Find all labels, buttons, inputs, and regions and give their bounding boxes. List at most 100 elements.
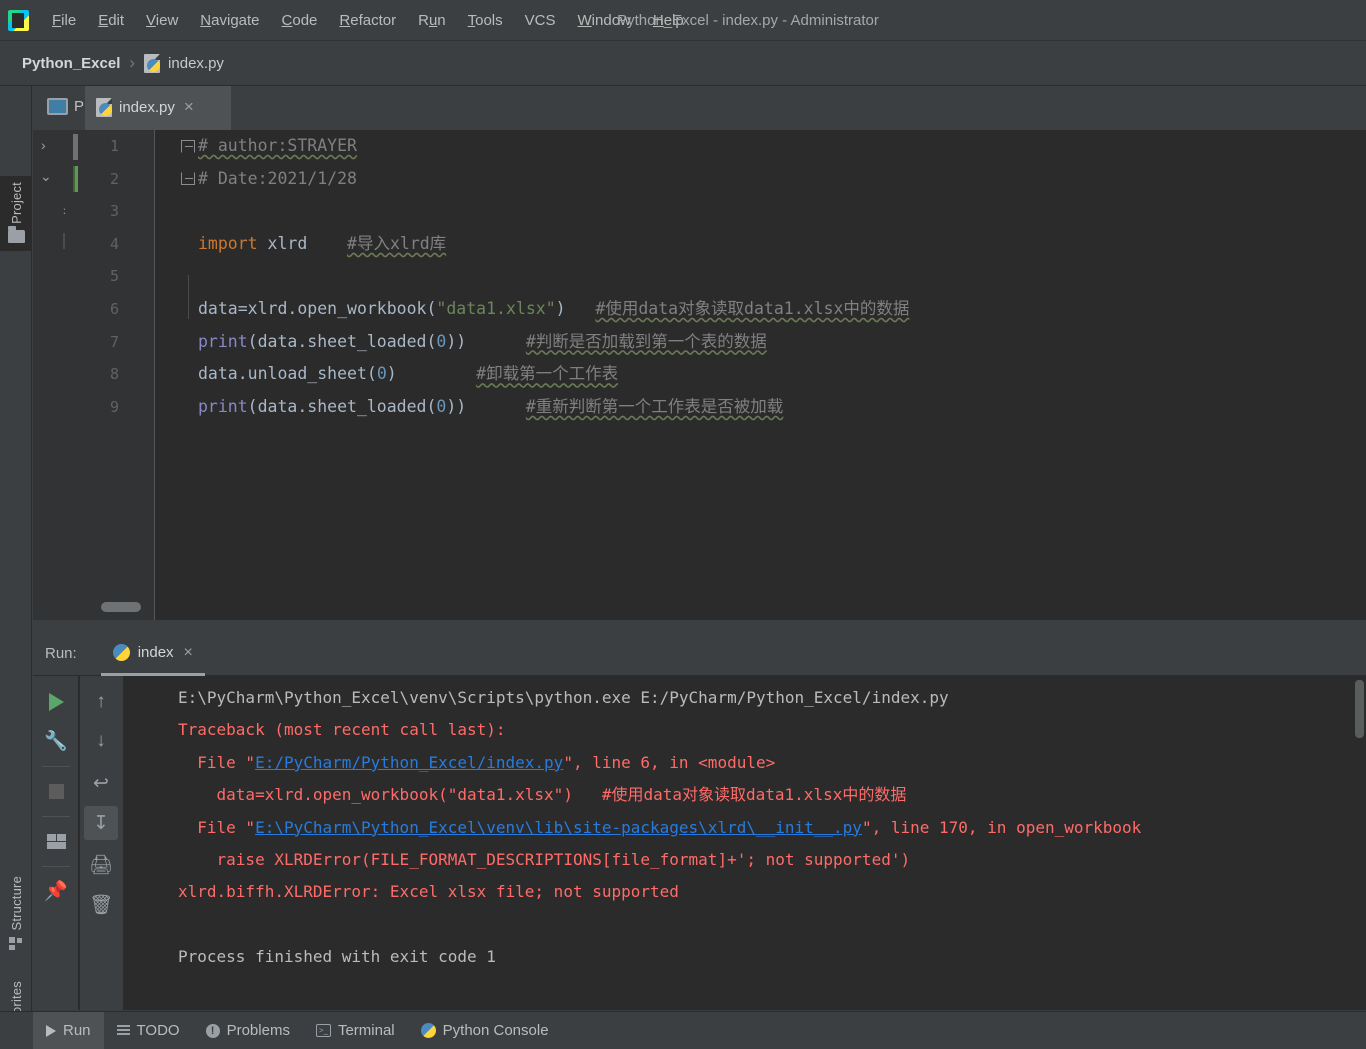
editor-run-splitter[interactable] [33,620,1366,632]
code-token: 0 [436,331,447,351]
sidebar-item-structure[interactable]: Structure [0,876,32,950]
code-token: import [198,233,258,253]
pin-icon[interactable]: 📌 [39,874,73,908]
code-token: 0 [376,364,387,384]
run-label: Run: [45,645,77,662]
code-token: #卸载第一个工作表 [476,364,619,384]
breadcrumb-separator-icon: › [129,53,136,72]
run-toolbar-primary: 🔧 📌 [33,676,79,1010]
preview-window-icon[interactable] [47,98,68,115]
code-line: print(data.sheet_loaded(0)) #判断是否加载到第一个表… [156,326,1366,359]
console-link[interactable]: E:/PyCharm/Python_Excel/index.py [255,753,563,772]
fold-region-line [188,275,189,319]
console-text: xlrd.biffh.XLRDError: Excel xlsx file; n… [178,882,679,902]
code-line: # Date:2021/1/28 [156,163,1366,196]
bottom-button-python-console-label: Python Console [442,1022,549,1039]
pycharm-logo-icon [8,9,29,31]
warning-icon: ! [205,1023,220,1038]
chevron-down-icon[interactable]: ⌄ [40,168,52,185]
run-tool-window: 🔧 📌 ↑ ↓ ↩ ↧ 🖨 🗑 E:\PyCharm\Python_Excel\… [33,676,1366,1010]
menu-item-vcs[interactable]: VCS [514,10,567,31]
console-line: xlrd.biffh.XLRDError: Excel xlsx file; n… [125,876,1366,908]
fold-region-start-icon[interactable] [181,140,195,153]
sidebar-item-project[interactable]: Project [0,176,32,251]
console-text: E:\PyCharm\Python_Excel\venv\Scripts\pyt… [178,688,949,707]
menu-item-navigate[interactable]: Navigate [189,10,270,31]
line-number: 2 [109,169,119,188]
code-token: (data.sheet_loaded( [247,396,437,416]
menu-item-run[interactable]: Run [407,10,457,31]
menu-item-help[interactable]: Help [642,10,695,31]
code-line: data=xlrd.open_workbook("data1.xlsx") #使… [156,293,1366,326]
left-tool-stripe: Project Structure Favorites ★ [0,86,32,1049]
bottom-button-todo[interactable]: TODO [104,1012,193,1049]
line-number: 8 [109,365,119,384]
code-token: )) [446,396,526,416]
bottom-button-terminal[interactable]: >_ Terminal [303,1012,408,1049]
menu-item-view[interactable]: View [135,10,189,31]
sidebar-item-project-label: Project [8,182,24,224]
run-tool-window-header: Run: index × [33,632,1366,676]
menu-item-tools[interactable]: Tools [457,10,514,31]
console-line: File "E:/PyCharm/Python_Excel/index.py",… [125,747,1366,779]
breadcrumb-project[interactable]: Python_Excel [22,55,120,72]
bottom-button-run[interactable]: Run [33,1011,104,1049]
trash-icon[interactable]: 🗑 [84,888,118,922]
code-token: #使用data对象读取data1.xlsx中的数据 [595,298,910,318]
menu-item-edit[interactable]: Edit [87,10,135,31]
menu-item-code[interactable]: Code [271,10,329,31]
menu-item-file[interactable]: File [41,10,87,31]
run-icon[interactable] [39,685,73,719]
bottom-button-todo-label: TODO [136,1022,180,1039]
menu-bar: File Edit View Navigate Code Refactor Ru… [0,0,1366,41]
code-line: # author:STRAYER [156,130,1366,163]
code-line: data.unload_sheet(0) #卸载第一个工作表 [156,358,1366,391]
menu-item-refactor[interactable]: Refactor [328,10,407,31]
wrench-icon[interactable]: 🔧 [39,724,73,758]
code-token: xlrd [257,233,348,253]
code-token: "data1.xlsx" [436,298,556,318]
menu-item-window[interactable]: Window [567,10,642,31]
bottom-tool-bar: Run TODO ! Problems >_ Terminal Python C… [0,1011,1366,1049]
navigation-bar: Python_Excel › index.py [0,41,1366,86]
line-number: 5 [109,267,119,286]
editor-code-area[interactable]: # author:STRAYER # Date:2021/1/28 import … [156,130,1366,620]
arrow-down-icon[interactable]: ↓ [84,724,118,758]
sidebar-item-structure-label: Structure [8,876,24,931]
bottom-button-problems[interactable]: ! Problems [193,1012,303,1049]
editor-horizontal-scrollbar[interactable] [101,602,141,612]
folder-icon [7,225,25,243]
scroll-to-end-icon[interactable]: ↧ [84,806,118,840]
stop-icon[interactable] [39,774,73,808]
console-text: Process finished with exit code 1 [178,947,496,967]
fold-region-end-icon[interactable] [181,172,195,185]
breadcrumb-file[interactable]: index.py [168,55,224,72]
soft-wrap-icon[interactable]: ↩ [84,766,118,800]
close-icon[interactable]: × [184,98,194,115]
tab-label: index.py [119,98,175,116]
tab-index-py[interactable]: index.py × [85,86,231,130]
code-line: import xlrd #导入xlrd库 [156,228,1366,261]
console-link[interactable]: E:\PyCharm\Python_Excel\venv\lib\site-pa… [255,818,862,837]
console-scrollbar[interactable] [1355,680,1364,738]
code-token: )) [446,331,526,351]
line-number: 9 [109,397,119,416]
code-token: #导入xlrd库 [347,233,447,253]
arrow-up-icon[interactable]: ↑ [84,685,118,719]
python-icon [112,643,130,661]
print-icon[interactable]: 🖨 [84,848,118,882]
run-toolbar-secondary: ↑ ↓ ↩ ↧ 🖨 🗑 [80,676,124,1010]
bottom-button-python-console[interactable]: Python Console [408,1012,562,1049]
line-number: 3 [109,202,119,221]
chevron-right-icon[interactable]: › [41,137,46,153]
python-icon [420,1023,436,1038]
console-text: File " [178,752,256,772]
layout-icon[interactable] [39,824,73,858]
run-tab-label: index [137,643,174,661]
console-text: data=xlrd.open_workbook("data1.xlsx") [178,785,602,805]
run-tab-index[interactable]: index × [100,632,205,676]
run-console-output[interactable]: E:\PyCharm\Python_Excel\venv\Scripts\pyt… [125,676,1366,1010]
close-icon[interactable]: × [184,644,193,660]
